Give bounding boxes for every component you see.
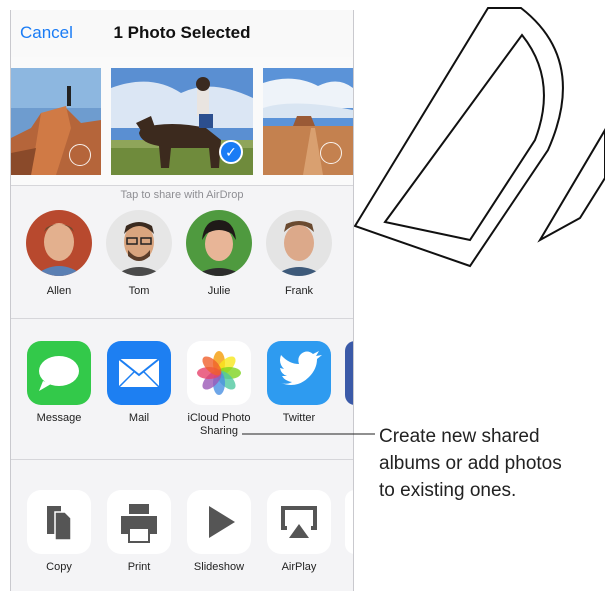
navigation-bar: Cancel 1 Photo Selected	[11, 10, 353, 58]
contact-allen[interactable]: Allen	[19, 210, 99, 297]
photo-strip[interactable]: ✓	[11, 57, 353, 186]
twitter-share-button[interactable]: Twitter	[259, 341, 339, 425]
callout-line: to existing ones.	[379, 480, 517, 501]
airplay-button[interactable]: AirPlay	[259, 490, 339, 574]
action-label: Print	[127, 561, 151, 573]
page-title: 1 Photo Selected	[113, 23, 251, 42]
unselected-indicator	[69, 144, 91, 166]
share-apps-row: Message Mail iCloud Photo Sharing Twitte…	[11, 319, 353, 460]
desert-mesa-photo[interactable]	[263, 68, 353, 175]
airplay-icon	[267, 490, 331, 554]
more-app-icon[interactable]	[345, 341, 353, 405]
airdrop-hint: Tap to share with AirDrop	[120, 189, 244, 201]
slideshow-button[interactable]: Slideshow	[179, 490, 259, 574]
action-label: Copy	[46, 561, 72, 573]
mail-icon	[107, 341, 171, 405]
contact-name: Frank	[284, 285, 314, 297]
app-label: iCloud Photo Sharing	[187, 412, 251, 437]
contact-name: Allen	[46, 285, 72, 297]
message-share-button[interactable]: Message	[19, 341, 99, 425]
avatar	[106, 210, 172, 276]
more-action-icon[interactable]	[345, 490, 353, 554]
copy-button[interactable]: Copy	[19, 490, 99, 574]
action-label: Slideshow	[193, 561, 245, 573]
contact-name: Tom	[128, 285, 150, 297]
slideshow-icon	[187, 490, 251, 554]
mail-share-button[interactable]: Mail	[99, 341, 179, 425]
copy-icon	[27, 490, 91, 554]
icloud-photo-sharing-button[interactable]: iCloud Photo Sharing	[179, 341, 259, 438]
contact-frank[interactable]: Frank	[259, 210, 339, 297]
message-icon	[27, 341, 91, 405]
share-sheet: Cancel 1 Photo Selected ✓ Tap to share w…	[10, 10, 354, 591]
callout-annotation: Create new shared albums or add photos t…	[379, 423, 605, 504]
canyon-photo[interactable]	[11, 68, 101, 175]
print-icon	[107, 490, 171, 554]
callout-line: albums or add photos	[379, 453, 562, 474]
photos-icon	[187, 341, 251, 405]
twitter-icon	[267, 341, 331, 405]
app-label: Twitter	[282, 412, 316, 424]
contact-julie[interactable]: Julie	[179, 210, 259, 297]
avatar	[266, 210, 332, 276]
actions-row: Copy Print Slideshow AirPlay	[11, 460, 353, 591]
selected-checkmark-icon: ✓	[219, 140, 243, 164]
contact-name: Julie	[207, 285, 231, 297]
app-label: Mail	[128, 412, 150, 424]
print-button[interactable]: Print	[99, 490, 179, 574]
callout-line: Create new shared	[379, 426, 540, 447]
contact-tom[interactable]: Tom	[99, 210, 179, 297]
avatar	[26, 210, 92, 276]
app-label: Message	[36, 412, 82, 424]
unselected-indicator	[320, 142, 342, 164]
avatar	[186, 210, 252, 276]
horse-rider-photo[interactable]: ✓	[111, 68, 253, 175]
action-label: AirPlay	[281, 561, 317, 573]
airdrop-section: Tap to share with AirDrop Allen Tom Juli…	[11, 186, 353, 319]
